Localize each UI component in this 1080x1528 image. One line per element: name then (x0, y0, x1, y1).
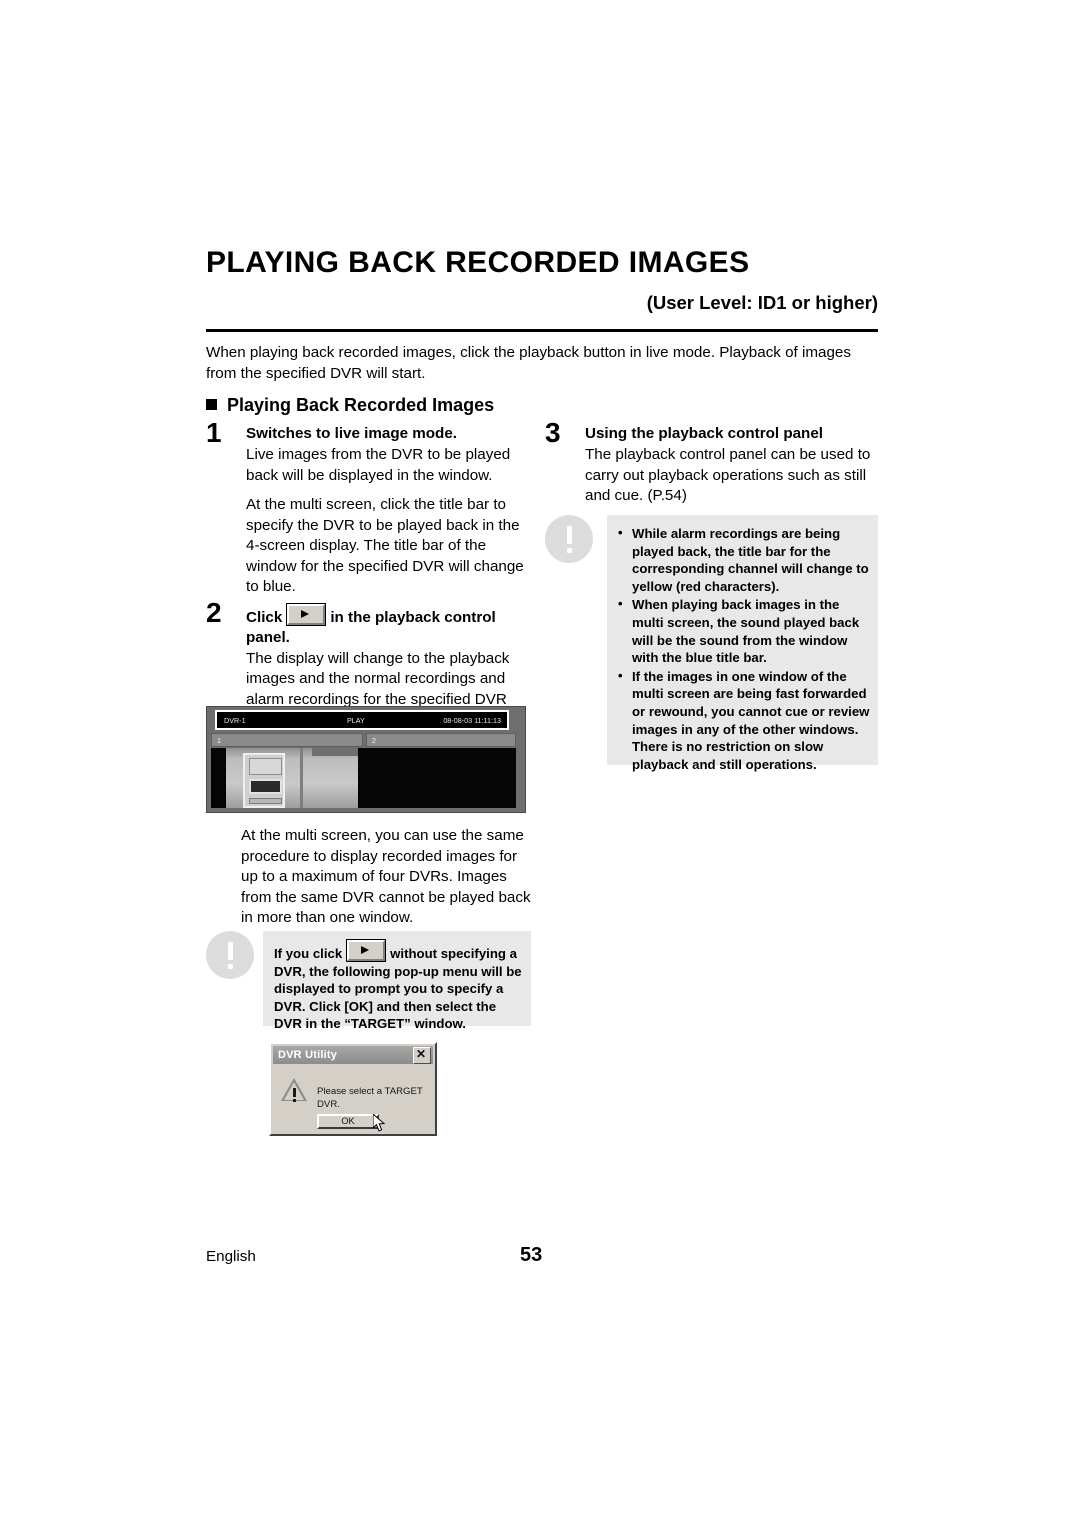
step-2-after-screenshot-text: At the multi screen, you can use the sam… (241, 827, 531, 926)
ok-button[interactable]: OK (317, 1114, 379, 1129)
rack-panel-middle (249, 779, 282, 794)
play-button-icon[interactable] (287, 603, 326, 625)
warning-exclamation-bar (293, 1088, 296, 1097)
footer-page-number: 53 (520, 1244, 543, 1266)
dvr-channel-1-header: 1 (211, 733, 363, 747)
note-right: While alarm recordings are being played … (545, 515, 878, 772)
step-1-title: Switches to live image mode. (246, 425, 458, 442)
manual-page: PLAYING BACK RECORDED IMAGES (User Level… (0, 0, 1080, 1528)
dvr-title-timestamp: 08-08-03 11:11:13 (443, 716, 501, 725)
bullet-square-icon (206, 399, 217, 410)
step-1-paragraph-1: Live images from the DVR to be played ba… (246, 446, 511, 484)
note-right-bullet-list: While alarm recordings are being played … (617, 524, 870, 774)
footer-language: English (206, 1248, 256, 1265)
step-1: 1 Switches to live image mode. Live imag… (206, 418, 531, 598)
play-button-icon[interactable] (347, 940, 386, 961)
step-2-title-prefix: Click (246, 608, 283, 626)
step-1-paragraph-2: At the multi screen, click the title bar… (246, 496, 524, 595)
right-column: 3 Using the playback control panel The p… (545, 418, 878, 513)
mouse-cursor-icon (373, 1114, 386, 1133)
user-level-note: (User Level: ID1 or higher) (646, 292, 878, 313)
dialog-title-text: DVR Utility (278, 1049, 338, 1061)
intro-paragraph: When playing back recorded images, click… (206, 344, 851, 382)
rack-panel-top (249, 758, 282, 775)
note-left: If you click without specifying a DVR, th… (206, 931, 531, 1031)
dvr-title-name: DVR-1 (224, 716, 246, 725)
dvr-camera-image (226, 748, 358, 808)
dvr-channel-2-header: 2 (366, 733, 516, 747)
step-2-number: 2 (206, 596, 222, 628)
step-1-number: 1 (206, 417, 222, 448)
header-divider (206, 329, 878, 332)
list-item: While alarm recordings are being played … (617, 524, 870, 595)
step-3-number: 3 (545, 417, 561, 448)
dvr-title-bar: DVR-1 PLAY 08-08-03 11:11:13 (215, 710, 509, 730)
close-glyph: ✕ (415, 1047, 427, 1061)
dialog-message: Please select a TARGET DVR. (317, 1086, 423, 1110)
dvr-title-mode: PLAY (347, 716, 365, 725)
dvr-utility-dialog: DVR Utility ✕ Please select a TARGET DVR… (269, 1042, 437, 1136)
step-3: 3 Using the playback control panel The p… (545, 418, 878, 507)
wall-seam (300, 748, 303, 808)
exclamation-circle-icon (545, 515, 593, 563)
list-item: If the images in one window of the multi… (617, 667, 870, 774)
section-heading: Playing Back Recorded Images (206, 394, 878, 416)
dvr-window-screenshot: DVR-1 PLAY 08-08-03 11:11:13 1 2 (206, 706, 526, 813)
warning-exclamation-dot (293, 1099, 296, 1102)
dvr-channel-1-label: 1 (217, 736, 221, 745)
note-left-text: If you click without specifying a DVR, th… (274, 940, 523, 1033)
section-heading-label: Playing Back Recorded Images (227, 395, 495, 415)
dvr-channel-2-label: 2 (372, 736, 376, 745)
note-left-box: If you click without specifying a DVR, th… (263, 931, 531, 1031)
step-2-title: Click in the playback control panel. (246, 603, 531, 648)
step-3-title: Using the playback control panel (585, 425, 823, 442)
dialog-body: Please select a TARGET DVR. OK (273, 1066, 433, 1132)
list-item: When playing back images in the multi sc… (617, 595, 870, 666)
dvr-video-area (211, 748, 516, 808)
note-left-prefix: If you click (274, 946, 343, 961)
dialog-title-bar[interactable]: DVR Utility ✕ (273, 1046, 433, 1064)
note-right-box: While alarm recordings are being played … (607, 515, 878, 772)
ok-button-label: OK (341, 1116, 355, 1126)
step-2-title-suffix: in the playback control panel. (246, 608, 496, 646)
ceiling-shadow (312, 748, 358, 756)
step-3-body: The playback control panel can be used t… (585, 446, 871, 504)
page-title: PLAYING BACK RECORDED IMAGES (206, 246, 750, 279)
equipment-rack (243, 753, 285, 808)
exclamation-circle-icon (206, 931, 254, 979)
close-icon[interactable]: ✕ (413, 1047, 431, 1064)
rack-panel-bottom (249, 798, 282, 804)
dvr-channel-row: 1 2 (211, 733, 516, 747)
